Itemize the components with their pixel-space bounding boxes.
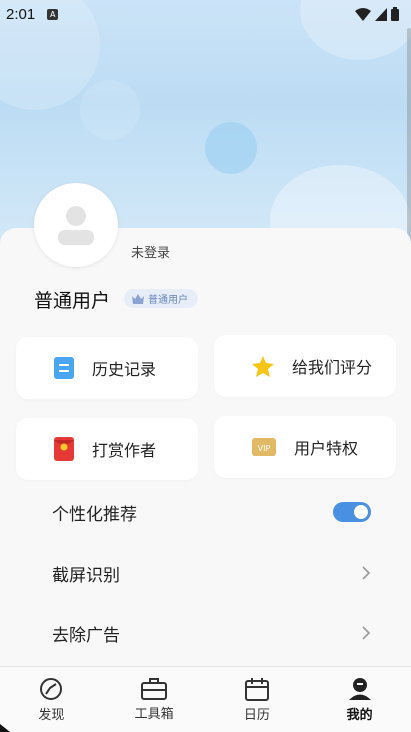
gesture-indicator bbox=[0, 724, 10, 732]
star-icon bbox=[252, 355, 274, 377]
tab-calendar[interactable]: 日历 bbox=[206, 667, 309, 732]
history-tile[interactable]: 历史记录 bbox=[16, 337, 198, 399]
rate-us-tile[interactable]: 给我们评分 bbox=[214, 335, 396, 397]
history-label: 历史记录 bbox=[92, 360, 157, 379]
user-type-label: 普通用户 bbox=[34, 290, 111, 312]
tab-calendar-label: 日历 bbox=[243, 707, 270, 723]
tab-discover[interactable]: 发现 bbox=[0, 667, 103, 732]
vip-label: 用户特权 bbox=[294, 439, 359, 458]
wifi-icon bbox=[355, 7, 371, 21]
user-level-badge: 普通用户 bbox=[124, 289, 198, 308]
avatar[interactable] bbox=[34, 183, 118, 267]
chevron-right-icon bbox=[362, 566, 371, 580]
compass-icon bbox=[40, 677, 63, 700]
toggle-knob bbox=[354, 505, 368, 519]
bottom-tab-bar: 发现 工具箱 日历 我的 bbox=[0, 667, 411, 732]
screenshot-recognition-row[interactable]: 截屏识别 bbox=[0, 549, 411, 597]
crown-icon bbox=[132, 293, 144, 304]
remove-ads-label: 去除广告 bbox=[52, 625, 120, 646]
status-time: 2:01 bbox=[6, 5, 36, 23]
battery-icon bbox=[391, 7, 399, 21]
profile-icon bbox=[348, 677, 371, 700]
history-icon bbox=[54, 357, 74, 379]
status-bar: 2:01 A bbox=[0, 0, 411, 28]
notification-icon: A bbox=[47, 8, 59, 20]
rate-us-label: 给我们评分 bbox=[292, 358, 373, 377]
remove-ads-row[interactable]: 去除广告 bbox=[0, 609, 411, 657]
tab-mine[interactable]: 我的 bbox=[308, 667, 411, 732]
signal-icon bbox=[375, 7, 387, 21]
user-badge-text: 普通用户 bbox=[148, 295, 188, 306]
tab-mine-label: 我的 bbox=[346, 707, 373, 723]
tab-toolbox[interactable]: 工具箱 bbox=[103, 667, 206, 732]
tip-author-tile[interactable]: 打赏作者 bbox=[16, 418, 198, 480]
personalized-recommend-toggle[interactable] bbox=[333, 502, 371, 522]
red-envelope-icon bbox=[54, 437, 74, 461]
login-status[interactable]: 未登录 bbox=[131, 242, 170, 261]
personalized-recommend-label: 个性化推荐 bbox=[52, 504, 137, 525]
calendar-icon bbox=[244, 677, 269, 701]
toolbox-icon bbox=[141, 677, 168, 700]
decor-bubble bbox=[80, 80, 140, 140]
chevron-right-icon bbox=[362, 626, 371, 640]
personalized-recommend-row: 个性化推荐 bbox=[0, 488, 411, 536]
vip-tile[interactable]: VIP 用户特权 bbox=[214, 416, 396, 478]
decor-bubble bbox=[205, 122, 257, 174]
tab-toolbox-label: 工具箱 bbox=[134, 706, 174, 722]
default-avatar-icon bbox=[58, 206, 94, 245]
vip-icon: VIP bbox=[252, 438, 276, 456]
tab-discover-label: 发现 bbox=[38, 707, 65, 723]
svg-text:VIP: VIP bbox=[258, 444, 271, 453]
screenshot-recognition-label: 截屏识别 bbox=[52, 565, 120, 586]
tip-author-label: 打赏作者 bbox=[92, 441, 157, 460]
